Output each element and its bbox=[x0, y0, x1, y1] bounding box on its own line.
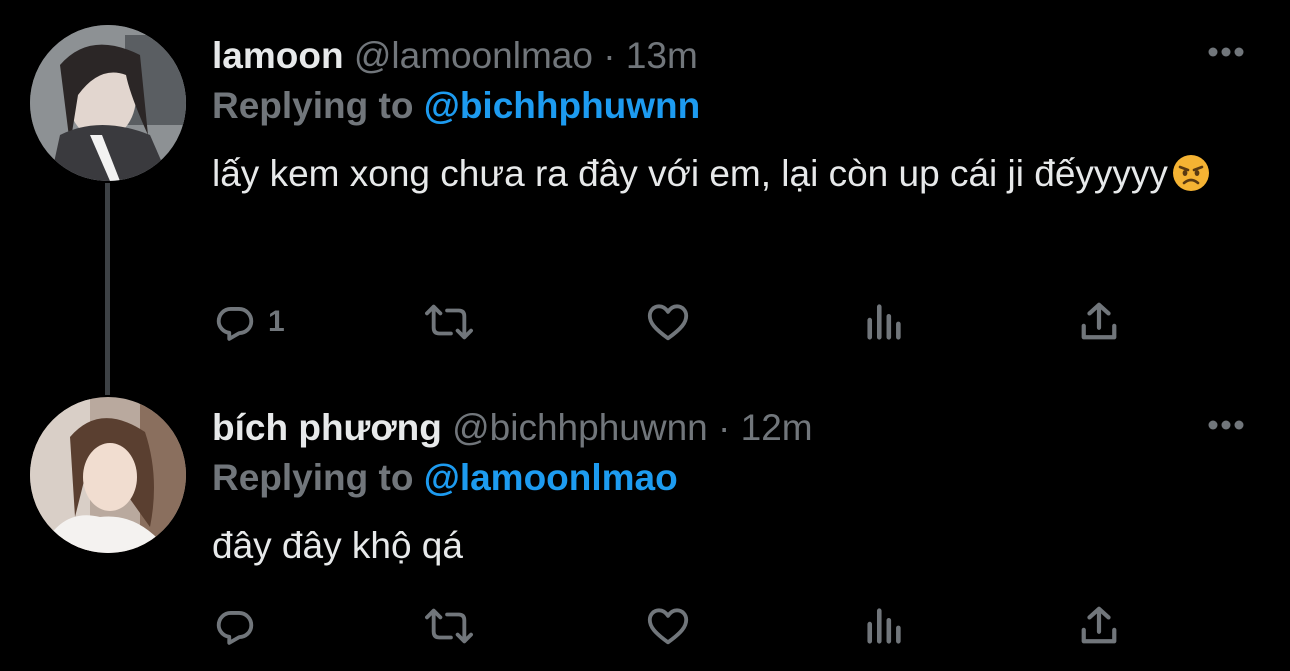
share-icon bbox=[1081, 606, 1117, 644]
like-button[interactable] bbox=[644, 601, 692, 651]
timestamp[interactable]: 13m bbox=[626, 35, 698, 76]
replying-to-label: Replying to bbox=[212, 457, 414, 498]
replying-to-line: Replying to @bichhphuwnn bbox=[212, 84, 700, 128]
more-options-button[interactable] bbox=[1204, 42, 1248, 62]
views-icon bbox=[867, 304, 901, 340]
share-button[interactable] bbox=[1078, 601, 1120, 651]
mention-link[interactable]: @lamoonlmao bbox=[424, 457, 678, 498]
tweet-text-content: đây đây khộ qá bbox=[212, 525, 463, 566]
tweet-text-content: lấy kem xong chưa ra đây với em, lại còn… bbox=[212, 153, 1168, 194]
tweet-text: đây đây khộ qá bbox=[212, 517, 1212, 575]
user-handle[interactable]: @lamoonlmao bbox=[354, 35, 593, 76]
more-icon bbox=[1208, 47, 1244, 57]
more-options-button[interactable] bbox=[1204, 415, 1248, 435]
share-icon bbox=[1081, 302, 1117, 340]
tweet-actions bbox=[212, 601, 1132, 651]
timestamp[interactable]: 12m bbox=[741, 407, 813, 448]
tweet-header: lamoon @lamoonlmao · 13m bbox=[212, 34, 698, 78]
share-button[interactable] bbox=[1078, 297, 1120, 347]
retweet-icon bbox=[425, 304, 473, 340]
more-icon bbox=[1208, 420, 1244, 430]
replying-to-line: Replying to @lamoonlmao bbox=[212, 456, 678, 500]
reply-icon bbox=[216, 307, 254, 341]
user-handle[interactable]: @bichhphuwnn bbox=[452, 407, 708, 448]
views-icon bbox=[867, 608, 901, 644]
tweet-text: lấy kem xong chưa ra đây với em, lại còn… bbox=[212, 145, 1212, 209]
tweet-actions: 1 bbox=[212, 297, 1132, 347]
reply-button[interactable]: 1 bbox=[212, 297, 285, 347]
views-button[interactable] bbox=[864, 297, 906, 347]
reply-count: 1 bbox=[268, 305, 285, 338]
avatar[interactable] bbox=[30, 25, 186, 181]
reply-button[interactable] bbox=[212, 601, 268, 651]
angry-face-emoji bbox=[1172, 151, 1210, 209]
avatar[interactable] bbox=[30, 397, 186, 553]
retweet-button[interactable] bbox=[422, 297, 476, 347]
like-button[interactable] bbox=[644, 297, 692, 347]
like-icon bbox=[647, 304, 689, 341]
replying-to-label: Replying to bbox=[212, 85, 414, 126]
tweet-header: bích phương @bichhphuwnn · 12m bbox=[212, 406, 813, 450]
retweet-icon bbox=[425, 608, 473, 644]
views-button[interactable] bbox=[864, 601, 906, 651]
like-icon bbox=[647, 608, 689, 645]
separator-dot: · bbox=[603, 35, 616, 76]
mention-link[interactable]: @bichhphuwnn bbox=[424, 85, 701, 126]
retweet-button[interactable] bbox=[422, 601, 476, 651]
display-name[interactable]: lamoon bbox=[212, 35, 344, 76]
separator-dot: · bbox=[718, 407, 731, 448]
reply-icon bbox=[216, 611, 254, 645]
display-name[interactable]: bích phương bbox=[212, 407, 442, 448]
tweet-bich-phuong[interactable]: bích phương @bichhphuwnn · 12m Replying … bbox=[0, 390, 1290, 671]
tweet-lamoon[interactable]: lamoon @lamoonlmao · 13m Replying to @bi… bbox=[0, 0, 1290, 390]
